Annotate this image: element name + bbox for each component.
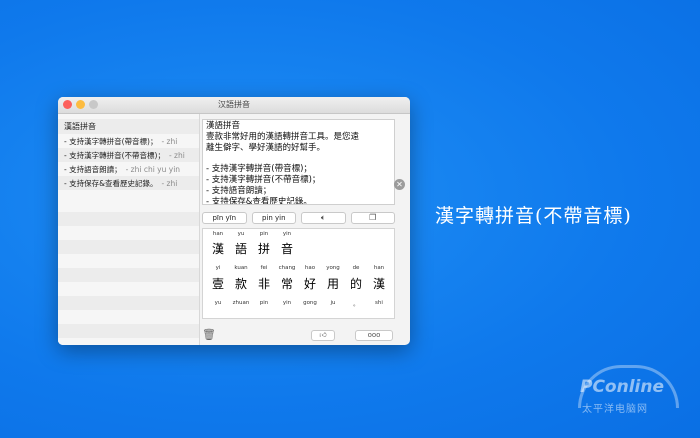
pinyin-row: yi kuan fei chang hao yong de han bbox=[203, 265, 394, 274]
app-window: 汉語拼音 漢語拼音 - 支持漢字轉拼音(帶音標)； - zhi - 支持漢字轉拼… bbox=[58, 97, 410, 345]
pinyin-syllable: shi bbox=[375, 300, 383, 306]
pinyin-syllable: chang bbox=[278, 265, 296, 271]
hanzi-char: 音 bbox=[280, 242, 293, 256]
main-area: 漢語拼音 壹款非常好用的漢語轉拼音工具。是您遠 離生僻字、學好漢語的好幫手。 -… bbox=[199, 114, 410, 345]
thumbs-up-icon[interactable]: 👍︎ bbox=[311, 330, 335, 341]
pinyin-syllable: yi bbox=[215, 265, 221, 271]
watermark-subtitle: 太平洋电脑网 bbox=[582, 404, 648, 415]
empty-history-rows bbox=[58, 198, 199, 345]
pinyin-syllable: kuan bbox=[234, 265, 248, 271]
pinyin-row: yu zhuan pin yin gong ju 。 shi bbox=[203, 300, 394, 309]
history-item[interactable]: 漢語拼音 bbox=[58, 119, 199, 134]
hanzi-row: 漢 語 拼 音 bbox=[203, 240, 394, 256]
bottom-bar: 🗑︎ 👍︎ ooo bbox=[199, 325, 410, 345]
history-item-label: - 支持漢字轉拼音(帶音標)； bbox=[64, 136, 158, 146]
history-item-note: - zhi chi yu yin bbox=[125, 164, 181, 174]
history-item[interactable]: - 支持漢字轉拼音(不帶音標)； - zhi bbox=[58, 148, 199, 162]
input-text-area[interactable]: 漢語拼音 壹款非常好用的漢語轉拼音工具。是您遠 離生僻字、學好漢語的好幫手。 -… bbox=[202, 119, 395, 205]
mode-toolbar: pīn yīn pin yin 🔈︎ ❐ bbox=[202, 212, 395, 224]
feature-caption: 漢字轉拼音(不帶音標) bbox=[435, 205, 632, 227]
history-item-label: - 支持語音朗讀； bbox=[64, 164, 122, 174]
pinyin-syllable: yu bbox=[214, 300, 222, 306]
watermark: PConline 太平洋电脑网 bbox=[560, 362, 695, 432]
history-item-label: - 支持漢字轉拼音(不帶音標)； bbox=[64, 150, 165, 160]
history-sidebar: 漢語拼音 - 支持漢字轉拼音(帶音標)； - zhi - 支持漢字轉拼音(不帶音… bbox=[58, 114, 200, 345]
pinyin-syllable: han bbox=[373, 265, 385, 271]
pinyin-syllable: yu bbox=[237, 231, 245, 237]
pinyin-syllable: han bbox=[212, 231, 224, 237]
pinyin-toned-button[interactable]: pīn yīn bbox=[202, 212, 247, 224]
pinyin-syllable: de bbox=[352, 265, 360, 271]
history-item-label: - 支持保存&查看歷史記錄。 bbox=[64, 178, 158, 188]
history-item-note: - zhi bbox=[161, 136, 178, 146]
history-item-label: 漢語拼音 bbox=[64, 122, 96, 131]
hanzi-row: 壹 款 非 常 好 用 的 漢 bbox=[203, 275, 394, 291]
title-bar: 汉語拼音 bbox=[58, 97, 410, 114]
speaker-icon[interactable]: 🔈︎ bbox=[301, 212, 346, 224]
pinyin-syllable: ju bbox=[330, 300, 336, 306]
pinyin-plain-button[interactable]: pin yin bbox=[251, 212, 296, 224]
copy-icon[interactable]: ❐ bbox=[350, 212, 395, 224]
hanzi-char: 拼 bbox=[257, 242, 270, 256]
pinyin-syllable: yong bbox=[326, 265, 340, 271]
hanzi-char: 壹 bbox=[211, 277, 224, 291]
history-item[interactable]: - 支持保存&查看歷史記錄。 - zhi bbox=[58, 176, 199, 190]
history-item-note: - zhi bbox=[161, 178, 178, 188]
pinyin-syllable: pin bbox=[259, 231, 269, 237]
pinyin-syllable: pin bbox=[259, 300, 269, 306]
pinyin-syllable: 。 bbox=[353, 302, 359, 308]
hanzi-char: 常 bbox=[280, 277, 293, 291]
pinyin-syllable: yin bbox=[282, 300, 292, 306]
more-button[interactable]: ooo bbox=[355, 330, 393, 341]
pinyin-syllable: fei bbox=[260, 265, 268, 271]
hanzi-char: 的 bbox=[349, 277, 362, 291]
hanzi-char: 漢 bbox=[211, 242, 224, 256]
hanzi-char: 用 bbox=[326, 277, 339, 291]
pinyin-syllable: zhuan bbox=[232, 300, 250, 306]
pinyin-syllable: gong bbox=[303, 300, 317, 306]
trash-icon[interactable]: 🗑︎ bbox=[202, 328, 216, 341]
window-title: 汉語拼音 bbox=[218, 100, 250, 109]
history-item[interactable]: - 支持漢字轉拼音(帶音標)； - zhi bbox=[58, 134, 199, 148]
hanzi-char: 非 bbox=[257, 277, 270, 291]
pinyin-result-panel: han yu pin yin 漢 語 拼 音 yi kuan fei chang… bbox=[202, 228, 395, 319]
pinyin-syllable: hao bbox=[304, 265, 316, 271]
hanzi-char: 款 bbox=[234, 277, 247, 291]
pinyin-syllable: yin bbox=[282, 231, 292, 237]
history-item[interactable]: - 支持語音朗讀； - zhi chi yu yin bbox=[58, 162, 199, 176]
pinyin-row: han yu pin yin bbox=[203, 231, 394, 240]
watermark-brand: PConline bbox=[580, 377, 665, 397]
hanzi-char: 語 bbox=[234, 242, 247, 256]
hanzi-char: 漢 bbox=[372, 277, 385, 291]
hanzi-char: 好 bbox=[303, 277, 316, 291]
history-item-note: - zhi bbox=[168, 150, 185, 160]
clear-icon[interactable]: ✕ bbox=[394, 179, 405, 190]
